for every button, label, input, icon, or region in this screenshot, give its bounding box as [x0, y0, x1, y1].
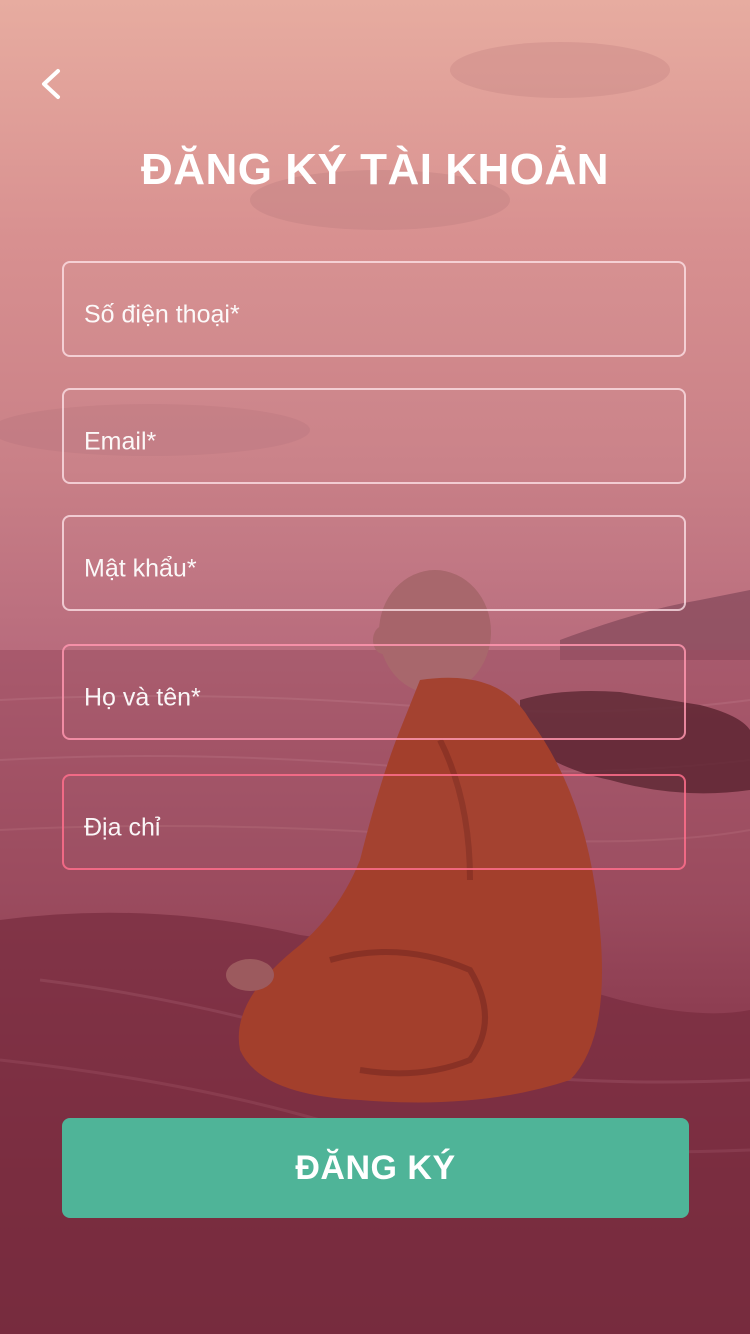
phone-field — [62, 261, 686, 357]
address-field — [62, 774, 686, 870]
register-button[interactable]: ĐĂNG KÝ — [62, 1118, 689, 1218]
fullname-input[interactable] — [82, 682, 666, 714]
page-title: ĐĂNG KÝ TÀI KHOẢN — [140, 145, 610, 194]
email-input[interactable] — [82, 426, 666, 458]
password-input[interactable] — [82, 553, 666, 585]
fullname-field — [62, 644, 686, 740]
password-field — [62, 515, 686, 611]
email-field — [62, 388, 686, 484]
chevron-left-icon — [42, 69, 60, 99]
back-button[interactable] — [24, 58, 80, 110]
address-input[interactable] — [82, 812, 666, 844]
phone-input[interactable] — [82, 299, 666, 331]
